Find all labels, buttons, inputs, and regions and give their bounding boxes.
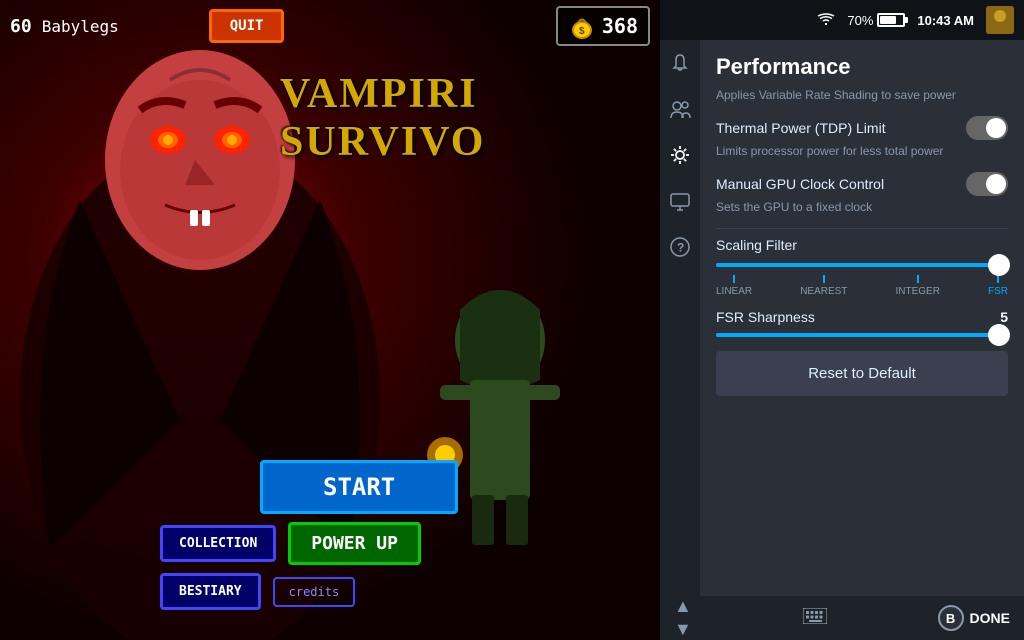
user-avatar <box>986 6 1014 34</box>
fsr-sharpness-value: 5 <box>1000 309 1008 325</box>
tdp-label: Thermal Power (TDP) Limit <box>716 120 886 136</box>
battery-bar <box>877 13 905 27</box>
svg-text:?: ? <box>677 241 684 255</box>
tdp-toggle[interactable] <box>966 116 1008 140</box>
gold-amount: 368 <box>602 14 638 38</box>
quit-button[interactable]: QUIT <box>209 9 285 43</box>
scaling-slider-container[interactable] <box>716 263 1008 267</box>
hud-bar: 60 Babylegs QUIT $ 368 <box>0 0 660 52</box>
player-name: Babylegs <box>42 17 119 36</box>
scale-label-integer: INTEGER <box>895 286 939 297</box>
scale-tick-fsr: FSR <box>988 275 1008 297</box>
done-badge: B <box>938 605 964 631</box>
game-title-line2: SURVIVO <box>280 118 660 166</box>
scaling-labels: LINEAR NEAREST INTEGER FSR <box>716 275 1008 297</box>
fsr-sharpness-row: FSR Sharpness 5 <box>716 309 1008 325</box>
nav-help-icon[interactable]: ? <box>667 234 693 260</box>
scale-label-nearest: NEAREST <box>800 286 847 297</box>
tdp-description: Limits processor power for less total po… <box>716 144 1008 158</box>
scale-tick-nearest: NEAREST <box>800 275 847 297</box>
credits-button[interactable]: credits <box>273 577 356 607</box>
tick-mark-fsr <box>997 275 999 283</box>
gold-container: $ 368 <box>556 6 650 46</box>
menu-row-2: BESTIARY credits <box>160 573 355 610</box>
scaling-track <box>716 263 1008 267</box>
bestiary-button[interactable]: BESTIARY <box>160 573 261 610</box>
divider-1 <box>716 228 1008 229</box>
scale-tick-integer: INTEGER <box>895 275 939 297</box>
scroll-up-arrow[interactable]: ▲ <box>674 596 692 617</box>
status-bar: 70% 10:43 AM <box>660 0 1024 40</box>
time-display: 10:43 AM <box>917 13 974 28</box>
scroll-arrows: ▲ ▼ <box>674 596 692 640</box>
right-panel: 70% 10:43 AM <box>660 0 1024 640</box>
tdp-toggle-knob <box>986 118 1006 138</box>
gpu-clock-toggle-knob <box>986 174 1006 194</box>
svg-text:$: $ <box>579 26 585 37</box>
gold-bag-icon: $ <box>568 12 596 40</box>
game-panel: 60 Babylegs QUIT $ 368 VAMPIRI SURVIVO S… <box>0 0 660 640</box>
game-title: VAMPIRI SURVIVO <box>280 70 660 166</box>
gpu-clock-description: Sets the GPU to a fixed clock <box>716 200 1008 214</box>
tick-mark-linear <box>733 275 735 283</box>
performance-title: Performance <box>716 54 1008 80</box>
start-button[interactable]: START <box>260 460 458 514</box>
vrs-description: Applies Variable Rate Shading to save po… <box>716 88 1008 102</box>
gpu-clock-label: Manual GPU Clock Control <box>716 176 884 192</box>
bottom-bar: ▲ ▼ B DONE <box>660 596 1024 640</box>
scaling-slider-thumb[interactable] <box>988 254 1010 276</box>
game-title-line1: VAMPIRI <box>280 70 660 118</box>
nav-users-icon[interactable] <box>667 96 693 122</box>
scale-label-fsr: FSR <box>988 286 1008 297</box>
content-area: ? Performance Applies Variable Rate Shad… <box>660 40 1024 596</box>
battery-fill <box>880 16 895 24</box>
scale-tick-linear: LINEAR <box>716 275 752 297</box>
wifi-icon <box>817 12 835 29</box>
gpu-clock-row: Manual GPU Clock Control <box>716 172 1008 196</box>
tdp-row: Thermal Power (TDP) Limit <box>716 116 1008 140</box>
fsr-slider-thumb[interactable] <box>988 324 1010 346</box>
done-container[interactable]: B DONE <box>938 605 1010 631</box>
fsr-sharpness-label: FSR Sharpness <box>716 309 815 325</box>
tick-mark-nearest <box>823 275 825 283</box>
battery-percent: 70% <box>847 13 873 28</box>
fsr-track <box>716 333 1008 337</box>
side-nav: ? <box>660 40 700 596</box>
settings-content: Performance Applies Variable Rate Shadin… <box>700 40 1024 596</box>
scroll-down-arrow[interactable]: ▼ <box>674 619 692 640</box>
collection-button[interactable]: COLLECTION <box>160 525 276 562</box>
nav-gear-icon[interactable] <box>667 142 693 168</box>
gpu-clock-toggle[interactable] <box>966 172 1008 196</box>
tick-mark-integer <box>917 275 919 283</box>
reset-to-default-button[interactable]: Reset to Default <box>716 351 1008 396</box>
nav-display-icon[interactable] <box>667 188 693 214</box>
keyboard-icon[interactable] <box>803 608 827 629</box>
menu-buttons: START COLLECTION POWER UP BESTIARY credi… <box>160 460 650 610</box>
scale-label-linear: LINEAR <box>716 286 752 297</box>
battery-container: 70% <box>847 13 905 28</box>
menu-row-1: COLLECTION POWER UP <box>160 522 421 565</box>
nav-bell-icon[interactable] <box>667 50 693 76</box>
scaling-filter-label: Scaling Filter <box>716 237 1008 253</box>
power-up-button[interactable]: POWER UP <box>288 522 421 565</box>
fsr-slider-container[interactable] <box>716 333 1008 337</box>
done-label: DONE <box>970 610 1010 626</box>
player-level: 60 <box>10 16 32 37</box>
